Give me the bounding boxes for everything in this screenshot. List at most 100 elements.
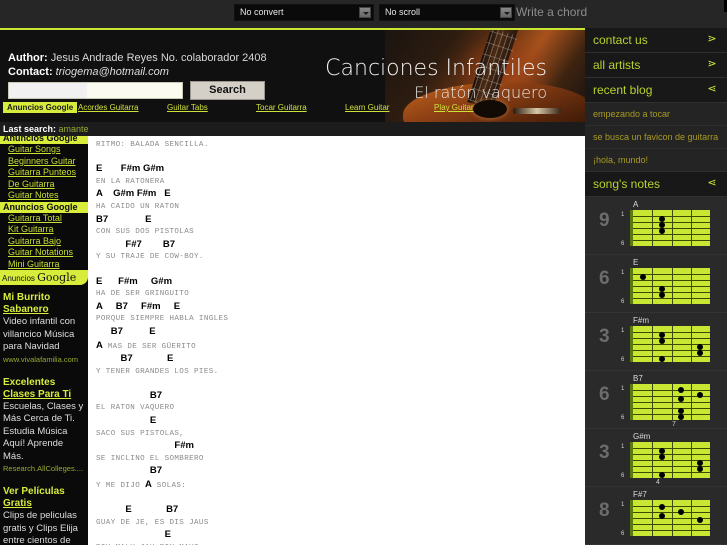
nav-link-learn-guitar[interactable]: Learn Guitar — [345, 102, 389, 113]
fretboard-grid — [630, 384, 710, 420]
ad-display-url[interactable]: Research.AllColleges.... — [3, 463, 86, 474]
page-title: Canciones Infantiles — [325, 56, 547, 81]
ad-title-line-1[interactable]: Mi Burrito — [3, 292, 86, 304]
ads-link-beginners-guitar[interactable]: Beginners Guitar — [0, 156, 88, 168]
fret-dot — [658, 504, 665, 511]
fret-dot — [697, 517, 704, 524]
search-input[interactable] — [8, 82, 183, 99]
string-line — [633, 332, 710, 333]
chord-diagram-row[interactable]: 6 E 1 6 — [585, 255, 727, 313]
string-line — [633, 506, 710, 507]
ads-link-kit-guitarra[interactable]: Kit Guitarra — [0, 224, 88, 236]
chord-rank: 3 — [599, 326, 610, 347]
string-line — [633, 292, 710, 293]
fret-dot — [658, 338, 665, 344]
chord-diagram-list: 9 A 1 6 6 E 1 6 3 F#m 1 6 6 B7 1 6 7 3 G#m 1 6 4 8 F#7 1 6 — [585, 197, 727, 545]
convert-select[interactable]: No convert — [234, 4, 374, 21]
song-subtitle: El ratón vaquero — [414, 83, 547, 102]
ads-link-guitarra-total[interactable]: Guitarra Total — [0, 213, 88, 225]
last-search-bar: Last search: amante, daniel — [0, 122, 88, 136]
ads-link-mini-guitarra[interactable]: Mini Guitarra — [0, 259, 88, 271]
ad-block-mi-burrito[interactable]: Mi Burrito Sabanero Video infantil con v… — [0, 289, 88, 368]
fretboard-grid — [630, 210, 710, 246]
string-line — [633, 402, 710, 403]
panel-label: song's notes — [593, 177, 661, 191]
scroll-select[interactable]: No scroll — [379, 4, 515, 21]
fret-dot — [658, 472, 665, 478]
author-value: Jesus Andrade Reyes No. colaborador 2408 — [50, 52, 267, 64]
chord-diagram-row[interactable]: 8 F#7 1 6 — [585, 487, 727, 545]
ad-display-url[interactable]: www.vivalafamilia.com — [3, 354, 86, 365]
chord-diagram-row[interactable]: 3 F#m 1 6 — [585, 313, 727, 371]
ads-link-guitarra-punteos[interactable]: Guitarra Punteos — [0, 167, 88, 179]
chord-rank: 8 — [599, 500, 610, 521]
fretboard-grid — [630, 326, 710, 362]
chord-diagram-row[interactable]: 6 B7 1 6 7 — [585, 371, 727, 429]
ads-logo-prefix: Anuncios — [2, 274, 38, 283]
page-header: Canciones Infantiles El ratón vaquero Au… — [0, 30, 585, 122]
last-search-terms[interactable]: amante, daniel — [59, 124, 88, 134]
fretboard-grid — [630, 500, 710, 536]
ads-header-1: Anuncios Google — [0, 136, 88, 144]
chevron-down-icon[interactable] — [359, 7, 371, 18]
search-button[interactable]: Search — [190, 81, 265, 100]
write-a-chord-button[interactable]: Write a chord — [516, 4, 587, 20]
panel-all-artists[interactable]: all artists ⋗ — [585, 53, 727, 78]
string-line — [633, 286, 710, 287]
chevron-down-icon[interactable]: ⋗ — [706, 59, 718, 72]
string-line — [633, 338, 710, 339]
nav-link-play-guitar[interactable]: Play Guitar — [434, 102, 474, 113]
ad-body-text: Clips de peliculas gratis y Clips Elija … — [3, 510, 78, 545]
chevron-up-icon[interactable]: ⋖ — [706, 84, 718, 97]
string-line — [633, 228, 710, 229]
chevron-down-icon[interactable]: ⋗ — [706, 34, 718, 47]
nav-link-guitar-tabs[interactable]: Guitar Tabs — [167, 102, 208, 113]
ads-link-de-guitarra[interactable]: De Guitarra — [0, 179, 88, 191]
ads-link-guitar-notations[interactable]: Guitar Notations — [0, 247, 88, 259]
contact-value: triogema@hotmail.com — [55, 66, 169, 78]
panel-songs-notes[interactable]: song's notes ⋖ — [585, 172, 727, 197]
ad-block-clases-para-ti[interactable]: Excelentes Clases Para Ti Escuelas, Clas… — [0, 374, 88, 478]
chevron-up-icon[interactable]: ⋖ — [706, 178, 718, 191]
panel-label: all artists — [593, 58, 641, 72]
chevron-down-icon[interactable] — [500, 7, 512, 18]
fret-dot — [658, 292, 665, 298]
page-root: No convert No scroll Write a chord [Engl… — [0, 0, 727, 545]
barre-fret-number: 7 — [672, 421, 676, 428]
scroll-select-value: No scroll — [385, 7, 421, 17]
panel-contact-us[interactable]: contact us ⋗ — [585, 28, 727, 53]
blog-item-hola-mundo[interactable]: ¡hola, mundo! — [585, 149, 727, 172]
ads-link-guitar-notes[interactable]: Guitar Notes — [0, 190, 88, 202]
ad-body-text: Escuelas, Clases y Más Cerca de Ti. Estu… — [3, 400, 84, 462]
blog-item-favicon-de-guitarra[interactable]: se busca un favicon de guitarra — [585, 126, 727, 149]
fret-number-top: 1 — [621, 386, 625, 392]
fret-dot — [658, 356, 665, 362]
ads-header-2: Anuncios Google — [0, 201, 88, 213]
string-line — [633, 524, 710, 525]
string-line — [633, 356, 710, 357]
ads-link-guitar-songs[interactable]: Guitar Songs — [0, 144, 88, 156]
panel-recent-blog[interactable]: recent blog ⋖ — [585, 78, 727, 103]
anuncios-google-badge: Anuncios Google — [3, 102, 78, 113]
ads-link-guitarra-bajo[interactable]: Guitarra Bajo — [0, 236, 88, 248]
ad-title-line-1[interactable]: Excelentes — [3, 377, 86, 389]
fret-number-bottom: 6 — [621, 357, 625, 363]
fret-number-bottom: 6 — [621, 531, 625, 537]
contact-line: Contact: triogema@hotmail.com — [8, 66, 169, 78]
ad-block-ver-peliculas[interactable]: Ver Películas Gratis Clips de peliculas … — [0, 483, 88, 545]
nav-link-tocar-guitarra[interactable]: Tocar Guitarra — [256, 102, 307, 113]
right-sidebar: contact us ⋗ all artists ⋗ recent blog ⋖… — [585, 28, 727, 545]
fret-number-top: 1 — [621, 444, 625, 450]
fret-dot — [639, 274, 646, 280]
ad-title-line-2[interactable]: Gratis — [3, 498, 86, 510]
ad-title-line-1[interactable]: Ver Películas — [3, 486, 86, 498]
fret-number-bottom: 6 — [621, 299, 625, 305]
nav-link-acordes-guitarra[interactable]: Acordes Guitarra — [78, 102, 138, 113]
blog-item-empezando-a-tocar[interactable]: empezando a tocar — [585, 103, 727, 126]
chord-diagram-row[interactable]: 9 A 1 6 — [585, 197, 727, 255]
ad-title-line-2[interactable]: Clases Para Ti — [3, 389, 86, 401]
ad-title-line-2[interactable]: Sabanero — [3, 304, 86, 316]
chord-diagram-row[interactable]: 3 G#m 1 6 4 — [585, 429, 727, 487]
string-line — [633, 234, 710, 235]
chord-name-label: A — [633, 200, 639, 209]
